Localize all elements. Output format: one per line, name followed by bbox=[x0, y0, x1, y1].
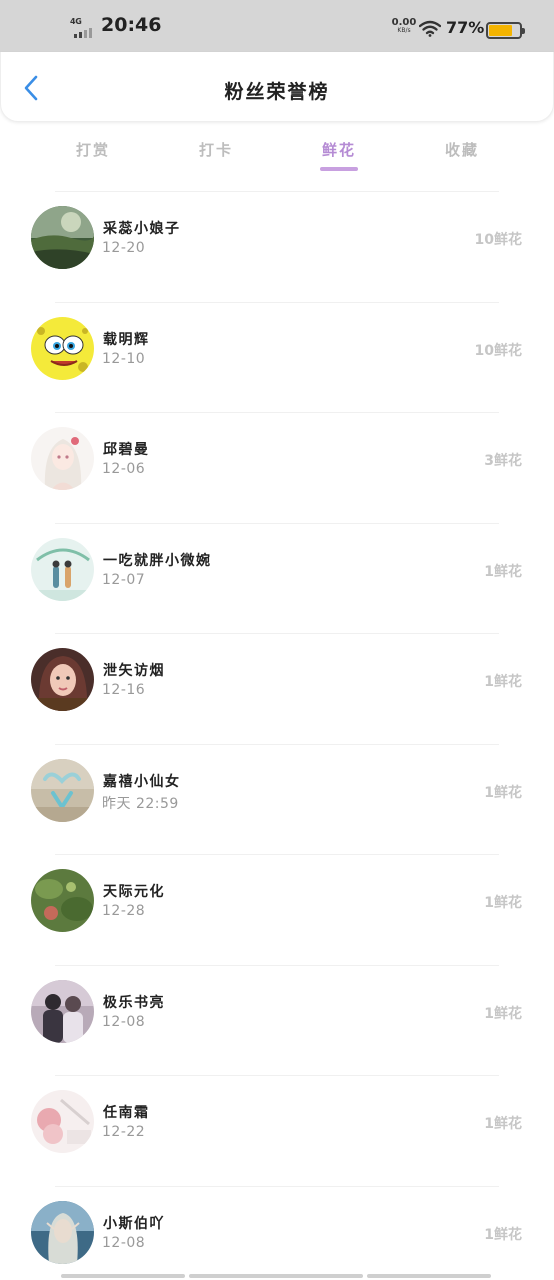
list-item[interactable]: 极乐书亮 12-08 1鲜花 bbox=[0, 957, 554, 1068]
anime-girl-avatar bbox=[31, 427, 94, 490]
speed-unit: KB/s bbox=[397, 27, 411, 34]
pink-flower-avatar bbox=[31, 1090, 94, 1153]
fan-name: 任南霜 bbox=[103, 1105, 150, 1121]
list-item[interactable]: 一吃就胖小微婉 12-07 1鲜花 bbox=[0, 515, 554, 626]
flower-count: 3鲜花 bbox=[484, 453, 522, 469]
gift-date: 12-28 bbox=[102, 903, 146, 919]
flower-count: 10鲜花 bbox=[474, 232, 522, 248]
active-tab-indicator bbox=[320, 167, 358, 171]
tab-checkin[interactable]: 打卡 bbox=[176, 139, 256, 160]
cellular-signal-icon: 4G bbox=[70, 17, 96, 39]
landscape-avatar bbox=[31, 206, 94, 269]
gift-date: 12-08 bbox=[102, 1013, 146, 1030]
divider bbox=[55, 191, 499, 192]
fan-name: 天际元化 bbox=[103, 884, 165, 900]
tab-label: 打赏 bbox=[75, 141, 110, 159]
divider bbox=[55, 412, 499, 413]
divider bbox=[55, 522, 499, 524]
list-item[interactable]: 天际元化 12-28 1鲜花 bbox=[0, 846, 554, 957]
fan-name: 泄矢访烟 bbox=[103, 663, 165, 679]
divider bbox=[55, 633, 499, 634]
divider bbox=[55, 1075, 499, 1076]
list-item[interactable]: 小斯伯吖 12-08 1鲜花 bbox=[0, 1178, 554, 1280]
status-bar: 4G 20:46 0.00 KB/s 77% bbox=[0, 0, 554, 52]
clock: 20:46 bbox=[101, 14, 162, 36]
gift-date: 12-08 bbox=[102, 1234, 146, 1251]
list-item[interactable]: 载明辉 12-10 10鲜花 bbox=[0, 294, 554, 405]
list-item[interactable]: 泄矢访烟 12-16 1鲜花 bbox=[0, 625, 554, 736]
wifi-icon bbox=[418, 20, 442, 41]
tab-label: 打卡 bbox=[198, 141, 233, 159]
flower-count: 10鲜花 bbox=[474, 342, 522, 359]
cartoon-sponge-avatar bbox=[31, 316, 94, 380]
girl-portrait-avatar bbox=[31, 648, 94, 711]
gift-date: 12-16 bbox=[102, 682, 146, 698]
list-item[interactable]: 嘉禧小仙女 昨天 22:59 1鲜花 bbox=[0, 736, 554, 847]
divider bbox=[55, 854, 499, 855]
plant-avatar bbox=[31, 869, 94, 932]
battery-percent: 77% bbox=[446, 18, 485, 37]
flower-count: 1鲜花 bbox=[484, 674, 522, 690]
header-bar: 粉丝荣誉榜 bbox=[0, 52, 554, 122]
divider bbox=[55, 301, 499, 303]
heart-hands-avatar bbox=[31, 758, 94, 822]
tab-favorites[interactable]: 收藏 bbox=[422, 139, 502, 160]
gift-date: 12-10 bbox=[102, 350, 146, 367]
fan-name: 采蕊小娘子 bbox=[103, 221, 181, 237]
tab-bar: 打赏 打卡 鲜花 收藏 bbox=[0, 130, 554, 180]
flower-count: 1鲜花 bbox=[484, 563, 522, 580]
list-item[interactable]: 采蕊小娘子 12-20 10鲜花 bbox=[0, 183, 554, 294]
flower-count: 1鲜花 bbox=[484, 1116, 522, 1132]
flower-count: 1鲜花 bbox=[484, 1226, 522, 1243]
flower-count: 1鲜花 bbox=[484, 895, 522, 911]
fan-name: 一吃就胖小微婉 bbox=[103, 552, 212, 569]
list-item[interactable]: 任南霜 12-22 1鲜花 bbox=[0, 1067, 554, 1178]
flower-count: 1鲜花 bbox=[484, 784, 522, 801]
fan-name: 嘉禧小仙女 bbox=[103, 773, 181, 790]
gift-date: 昨天 22:59 bbox=[102, 795, 179, 812]
divider bbox=[55, 964, 499, 966]
battery-icon bbox=[486, 22, 525, 39]
divider bbox=[55, 1185, 499, 1187]
elf-portrait-avatar bbox=[31, 1200, 94, 1264]
gift-date: 12-07 bbox=[102, 571, 146, 588]
couple-photo-avatar bbox=[31, 979, 94, 1043]
page-title: 粉丝荣誉榜 bbox=[224, 81, 330, 103]
network-type: 4G bbox=[70, 17, 82, 26]
fan-name: 邱碧曼 bbox=[103, 442, 150, 458]
tab-reward[interactable]: 打赏 bbox=[53, 139, 133, 160]
gift-date: 12-20 bbox=[102, 240, 146, 256]
gift-date: 12-06 bbox=[102, 461, 146, 477]
list-item[interactable]: 邱碧曼 12-06 3鲜花 bbox=[0, 404, 554, 515]
fan-name: 小斯伯吖 bbox=[103, 1215, 165, 1232]
network-speed: 0.00 KB/s bbox=[389, 18, 419, 34]
fan-name: 载明辉 bbox=[103, 331, 150, 348]
gift-date: 12-22 bbox=[102, 1124, 146, 1140]
flower-count: 1鲜花 bbox=[484, 1005, 522, 1022]
tab-label: 收藏 bbox=[444, 141, 479, 159]
fan-name: 极乐书亮 bbox=[103, 994, 165, 1011]
tab-label: 鲜花 bbox=[321, 141, 356, 159]
divider bbox=[55, 743, 499, 745]
tab-flowers[interactable]: 鲜花 bbox=[299, 139, 379, 171]
scroll-indicator bbox=[61, 1274, 491, 1278]
couple-illustration-avatar bbox=[31, 537, 94, 601]
